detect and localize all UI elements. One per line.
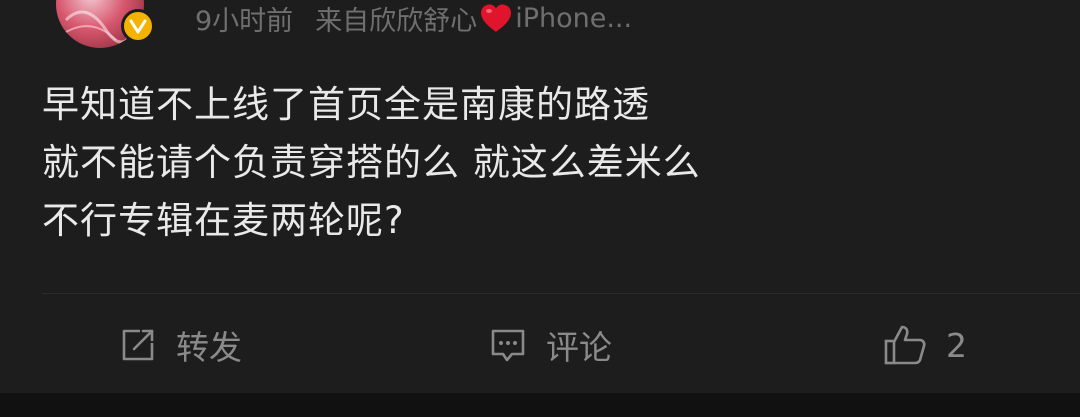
weibo-post-card: 9小时前 来自欣欣舒心 iPhone... 早知道不上线了首页全是南康的路透 就… — [0, 0, 1080, 417]
divider — [42, 293, 1080, 294]
verified-badge-icon — [121, 9, 155, 43]
like-button[interactable]: 2 — [882, 318, 967, 372]
heart-emoji-icon — [479, 3, 513, 33]
like-count: 2 — [946, 325, 967, 365]
post-meta: 9小时前 来自欣欣舒心 iPhone... — [195, 0, 632, 37]
comment-button[interactable]: 评论 — [488, 318, 612, 372]
post-time: 9小时前 — [195, 5, 294, 37]
repost-label: 转发 — [176, 328, 242, 367]
repost-button[interactable]: 转发 — [118, 318, 242, 372]
post-source-prefix: 来自欣欣舒心 — [315, 5, 478, 37]
action-bar: 转发 评论 2 — [0, 318, 1080, 372]
content-line: 早知道不上线了首页全是南康的路透 — [42, 83, 650, 126]
comment-icon — [488, 325, 528, 365]
comment-label: 评论 — [546, 328, 612, 367]
post-content: 早知道不上线了首页全是南康的路透 就不能请个负责穿搭的么 就这么差米么 不行专辑… — [42, 76, 1042, 250]
repost-icon — [118, 325, 158, 365]
thumbs-up-icon — [882, 323, 928, 367]
content-line: 就不能请个负责穿搭的么 就这么差米么 — [42, 141, 701, 184]
bottom-separator — [0, 393, 1080, 417]
post-source-device[interactable]: iPhone... — [515, 3, 632, 34]
content-line: 不行专辑在麦两轮呢? — [42, 199, 405, 242]
